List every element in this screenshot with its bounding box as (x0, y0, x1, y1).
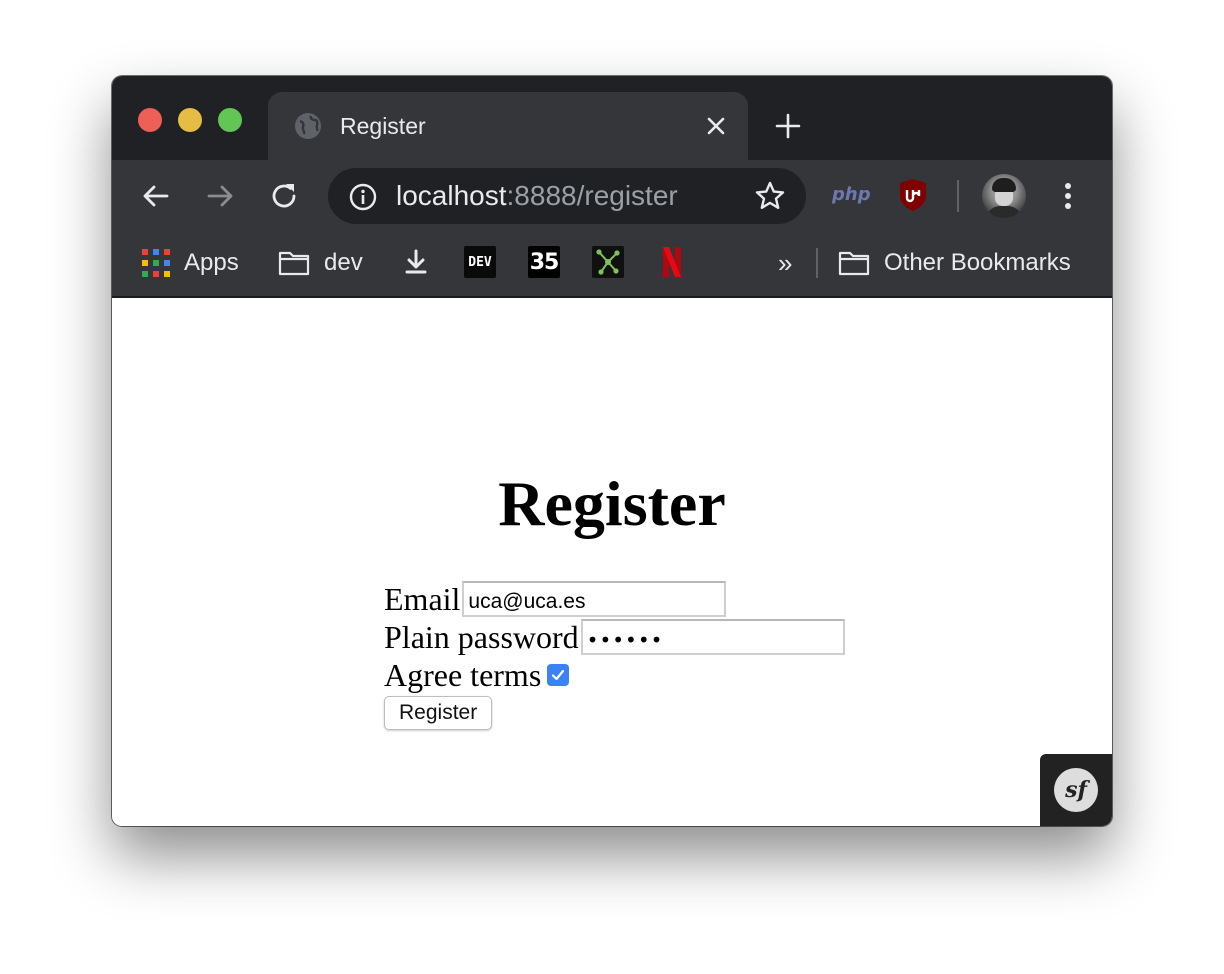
folder-icon (838, 251, 870, 276)
address-bar[interactable]: localhost:8888/register (328, 168, 806, 224)
symfony-logo-text: sf (1065, 777, 1087, 803)
page-content: Register Email uca@uca.es Plain password… (112, 298, 1112, 826)
bookmark-folder-other[interactable]: Other Bookmarks (838, 246, 1071, 280)
minimize-window-button[interactable] (178, 108, 202, 132)
back-arrow-icon[interactable] (140, 180, 172, 212)
bookmark-apps-label: Apps (184, 249, 239, 276)
maximize-window-button[interactable] (218, 108, 242, 132)
folder-icon (278, 251, 310, 276)
symfony-logo-icon: sf (1054, 768, 1098, 812)
download-icon[interactable] (400, 246, 432, 278)
browser-toolbar: localhost:8888/register php (112, 160, 1112, 232)
bookmark-apps[interactable]: Apps (142, 246, 239, 280)
symfony-debug-toolbar-toggle[interactable]: sf (1040, 754, 1112, 826)
apps-grid-icon (142, 249, 170, 277)
profile-avatar[interactable] (982, 174, 1026, 218)
ublock-icon[interactable] (898, 178, 928, 212)
bookmark-network[interactable] (592, 246, 624, 278)
bookmarks-separator (816, 248, 818, 278)
terms-row: Agree terms (384, 656, 570, 694)
close-icon[interactable] (704, 114, 728, 138)
active-tab[interactable]: Register (268, 92, 748, 160)
tile-35-label: 35 (529, 249, 560, 275)
kebab-menu-icon[interactable] (1052, 180, 1084, 212)
toolbar-separator (957, 180, 959, 212)
tab-title: Register (340, 113, 426, 139)
agree-terms-checkbox[interactable] (547, 664, 570, 686)
reload-icon[interactable] (268, 180, 300, 212)
avatar-body (986, 206, 1022, 218)
password-row: Plain password •••••• (384, 618, 845, 656)
network-icon (596, 249, 620, 275)
php-extension-button[interactable]: php (832, 184, 871, 205)
avatar-hair (992, 178, 1016, 192)
forward-arrow-icon[interactable] (204, 180, 236, 212)
star-icon[interactable] (754, 180, 786, 212)
browser-window: Register localhost:8888/register php App… (112, 76, 1112, 826)
address-url[interactable]: localhost:8888/register (396, 180, 678, 212)
email-label: Email (384, 581, 461, 617)
close-window-button[interactable] (138, 108, 162, 132)
page-title: Register (498, 468, 726, 539)
register-submit-button[interactable]: Register (384, 696, 493, 730)
netflix-icon (663, 247, 681, 277)
other-bookmarks-label: Other Bookmarks (884, 249, 1071, 276)
url-host: localhost (396, 180, 507, 211)
screenshot-stage: Register localhost:8888/register php App… (0, 0, 1224, 974)
tab-strip: Register (112, 76, 1112, 160)
password-field[interactable]: •••••• (580, 619, 845, 655)
email-field[interactable]: uca@uca.es (462, 581, 727, 617)
info-icon[interactable] (348, 182, 378, 212)
bookmarks-bar: Apps dev DEV 35 » Other Bookmarks (112, 232, 1112, 298)
bookmark-dev-to[interactable]: DEV (464, 246, 496, 278)
bookmark-dev-label: dev (324, 249, 363, 276)
email-row: Email uca@uca.es (384, 580, 727, 618)
bookmark-folder-dev[interactable]: dev (278, 246, 363, 280)
checkmark-icon (552, 669, 565, 681)
url-path: :8888/register (506, 180, 678, 211)
plus-icon[interactable] (774, 112, 802, 140)
bookmarks-overflow-button[interactable]: » (778, 246, 792, 280)
bookmark-netflix[interactable] (656, 246, 688, 278)
globe-icon (295, 113, 321, 139)
bookmark-35[interactable]: 35 (528, 246, 560, 278)
dev-tile-label: DEV (468, 254, 492, 270)
password-label: Plain password (384, 619, 579, 655)
agree-terms-label: Agree terms (384, 657, 542, 693)
